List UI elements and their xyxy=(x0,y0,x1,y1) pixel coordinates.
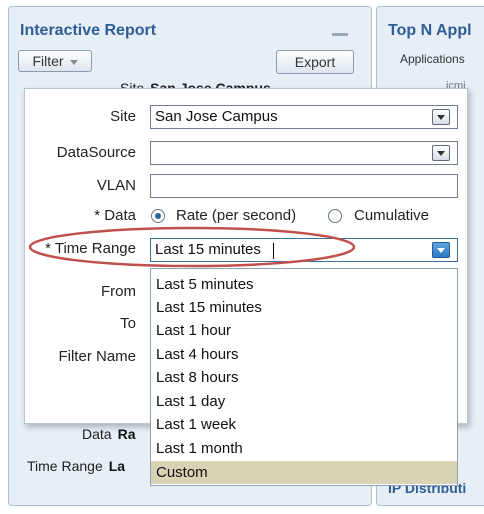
time-range-label: * Time Range xyxy=(45,240,136,257)
bg-data-value: Ra xyxy=(117,426,136,442)
bg-time-label: Time Range xyxy=(27,458,103,474)
time-range-option-custom[interactable]: Custom xyxy=(151,461,457,484)
datasource-dropdown-icon[interactable] xyxy=(432,145,450,161)
site-label: Site xyxy=(110,108,136,125)
minimize-icon[interactable] xyxy=(332,33,348,36)
bg-time-summary: Time Range La xyxy=(27,458,125,474)
cumulative-radio-label[interactable]: Cumulative xyxy=(354,207,429,224)
rate-radio[interactable] xyxy=(151,209,165,223)
site-dropdown-icon[interactable] xyxy=(432,109,450,125)
chevron-down-icon xyxy=(69,59,78,65)
vlan-input[interactable] xyxy=(150,174,458,198)
time-range-option-last-8-hours[interactable]: Last 8 hours xyxy=(151,366,457,389)
time-range-option-last-1-month[interactable]: Last 1 month xyxy=(151,437,457,460)
bg-time-value: La xyxy=(108,458,126,474)
filter-name-label: Filter Name xyxy=(58,348,136,365)
time-range-option-last-1-day[interactable]: Last 1 day xyxy=(151,390,457,413)
datasource-label: DataSource xyxy=(56,144,136,161)
time-range-dropdown-icon[interactable] xyxy=(432,242,450,258)
from-label: From xyxy=(101,283,136,300)
time-range-option-last-1-hour[interactable]: Last 1 hour xyxy=(151,319,457,342)
rate-radio-label[interactable]: Rate (per second) xyxy=(176,207,296,224)
bg-data-label: Data xyxy=(82,426,112,442)
applications-subtitle: Applications xyxy=(400,52,465,66)
time-range-select-value: Last 15 minutes xyxy=(155,241,261,258)
time-range-option-last-4-hours[interactable]: Last 4 hours xyxy=(151,343,457,366)
interactive-report-title: Interactive Report xyxy=(20,22,157,39)
vlan-label: VLAN xyxy=(96,177,136,194)
time-range-option-last-5-minutes[interactable]: Last 5 minutes xyxy=(151,273,457,296)
filter-button[interactable]: Filter xyxy=(18,50,92,72)
site-select-value: San Jose Campus xyxy=(155,108,278,125)
export-button[interactable]: Export xyxy=(276,50,354,74)
datasource-select[interactable] xyxy=(150,141,458,165)
time-range-select[interactable]: Last 15 minutes xyxy=(150,238,458,262)
site-select[interactable]: San Jose Campus xyxy=(150,105,458,129)
time-range-options-list: Last 5 minutes Last 15 minutes Last 1 ho… xyxy=(150,268,458,486)
top-n-applications-title: Top N Appl xyxy=(388,22,472,39)
time-range-option-last-1-week[interactable]: Last 1 week xyxy=(151,413,457,436)
cumulative-radio[interactable] xyxy=(328,209,342,223)
data-label: * Data xyxy=(94,207,136,224)
bg-data-summary: Data Ra xyxy=(82,426,135,442)
to-label: To xyxy=(120,315,136,332)
time-range-option-last-15-minutes[interactable]: Last 15 minutes xyxy=(151,296,457,319)
text-cursor xyxy=(273,243,274,259)
filter-button-label: Filter xyxy=(32,53,64,69)
